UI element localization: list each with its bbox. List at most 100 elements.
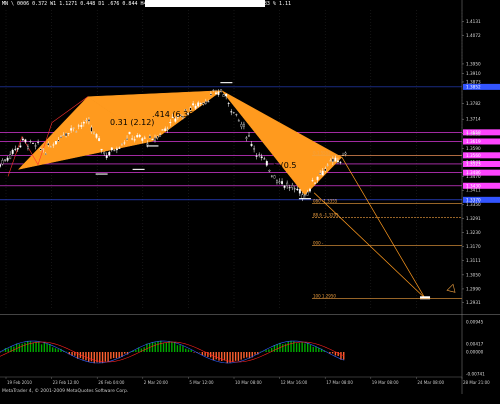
candle-body	[103, 151, 106, 154]
candle-body	[237, 120, 240, 122]
candle-body	[199, 103, 202, 104]
candle-body	[314, 182, 317, 184]
price-tick-label: 1.4072	[466, 33, 481, 38]
macd-tick-label: -0.00741	[466, 372, 485, 377]
candle-body	[253, 148, 256, 150]
macd-bar	[223, 352, 226, 361]
candle-body	[19, 145, 22, 148]
candle-body	[303, 194, 306, 196]
candle-body	[321, 170, 324, 176]
candle-body	[100, 148, 103, 151]
macd-bar	[32, 342, 34, 352]
macd-bar	[284, 343, 287, 352]
price-level-value: 1.3560	[466, 153, 481, 158]
candle-body	[202, 102, 205, 105]
candle-body	[242, 123, 245, 127]
candle-body	[232, 112, 235, 114]
harmonic-patterns	[7, 90, 343, 196]
macd-bar	[226, 352, 229, 364]
candle-body	[24, 139, 27, 143]
macd-panel[interactable]: 0.00945 0.00417 0.00000 -0.00741 19 Feb 201…	[0, 314, 500, 394]
price-level-value: 1.3619	[466, 139, 481, 144]
macd-bar	[295, 343, 298, 352]
candle-body	[4, 159, 7, 161]
candle-body	[128, 131, 131, 135]
candle-body	[62, 134, 65, 136]
candle-body	[113, 150, 116, 152]
macd-bar	[146, 343, 148, 352]
candle-body	[6, 157, 9, 161]
macd-bar	[193, 352, 195, 353]
candle-body	[37, 141, 40, 143]
candle-body	[110, 147, 113, 151]
macd-bar	[334, 352, 337, 356]
candle-body	[146, 143, 149, 145]
candle-body	[250, 143, 253, 146]
candle-body	[240, 124, 243, 127]
macd-bar	[215, 352, 217, 360]
projection-lines	[313, 157, 456, 300]
fib-level-label: 100 1.2950	[313, 293, 336, 298]
macd-bar	[115, 352, 118, 359]
macd-bar	[43, 342, 46, 352]
macd-bar	[151, 342, 154, 352]
candle-body	[215, 92, 217, 94]
macd-tick-label: 0.00417	[466, 342, 484, 347]
price-tick-label: 1.3470	[466, 174, 481, 179]
macd-bar	[54, 348, 57, 352]
candle-body	[263, 158, 266, 160]
macd-bar	[237, 352, 240, 361]
candle-body	[21, 138, 24, 141]
candle-body	[29, 141, 32, 143]
candle-body	[85, 120, 88, 122]
macd-bar	[265, 350, 267, 352]
pattern-label-a: 0.31 (2.12)	[110, 118, 154, 127]
candle-body	[156, 135, 159, 139]
candle-body	[159, 134, 162, 137]
candle-body	[126, 138, 129, 140]
macd-bar	[331, 352, 334, 354]
candle-body	[316, 176, 319, 180]
candle-body	[115, 148, 118, 151]
price-tick-label: 1.3291	[466, 216, 481, 221]
candle-body	[192, 103, 195, 106]
macd-bar	[268, 349, 270, 352]
macd-bar	[110, 352, 112, 359]
macd-bar	[18, 344, 21, 352]
candle-body	[258, 154, 261, 156]
macd-bar	[107, 352, 109, 362]
candle-body	[39, 148, 42, 151]
macd-bar	[290, 340, 292, 352]
candle-body	[161, 129, 164, 131]
candle-body	[80, 125, 83, 127]
macd-bar	[15, 343, 18, 352]
macd-bar	[104, 352, 107, 362]
candle-body	[98, 138, 101, 141]
candle-body	[42, 148, 45, 150]
candle-body	[87, 119, 90, 122]
price-chart[interactable]: 1.38521.36581.36191.35601.35231.34861.34…	[0, 0, 500, 314]
candle-body	[93, 132, 95, 134]
candle-body	[194, 105, 197, 109]
candle-body	[34, 145, 37, 147]
fib-level-label: 000 -	[313, 241, 324, 246]
macd-bar	[35, 341, 37, 352]
candle-body	[311, 180, 314, 182]
candle-body	[141, 138, 144, 141]
macd-bar	[309, 345, 312, 352]
candle-body	[306, 192, 309, 196]
candle-body	[108, 151, 111, 156]
macd-bar	[304, 343, 306, 352]
fib-level-label: 88.6 -1.3295	[313, 212, 339, 217]
time-tick-label: 5 Mar 12:00	[189, 380, 214, 385]
candle-body	[286, 182, 289, 186]
candle-body	[32, 142, 34, 144]
candle-body	[309, 188, 311, 192]
candle-body	[138, 134, 141, 137]
time-tick-label: 17 Mar 08:00	[326, 380, 353, 385]
candle-body	[148, 135, 151, 139]
macd-bar	[57, 349, 59, 352]
candle-body	[331, 158, 334, 162]
candle-body	[326, 164, 329, 166]
candle-body	[329, 160, 332, 162]
